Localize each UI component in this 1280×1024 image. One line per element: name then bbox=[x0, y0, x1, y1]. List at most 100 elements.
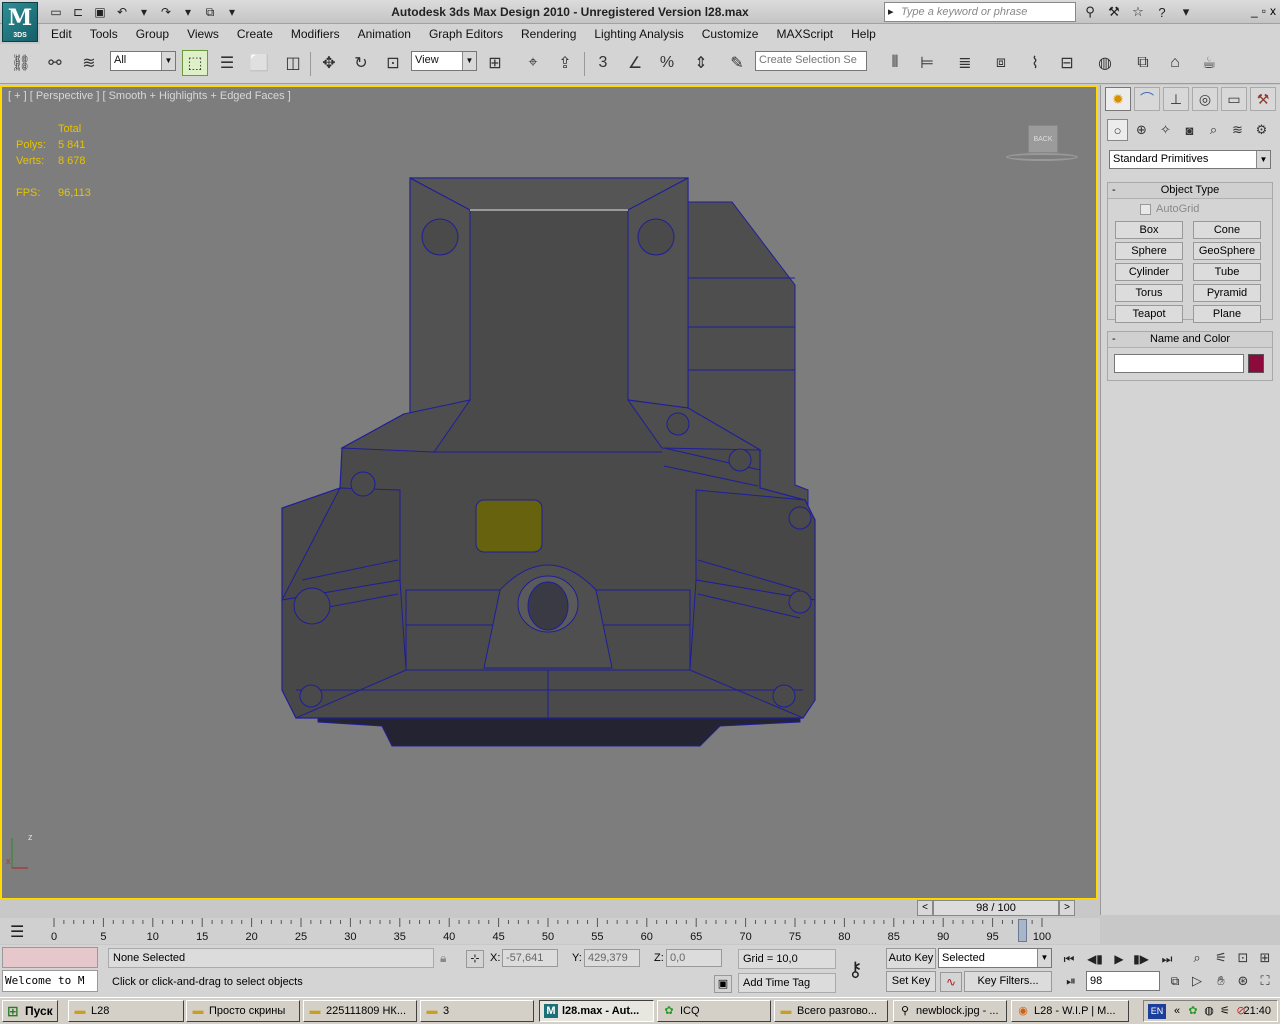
go-to-end-icon[interactable]: ⏭ bbox=[1156, 950, 1178, 968]
helpers-icon[interactable]: ⌕ bbox=[1203, 119, 1224, 141]
current-frame-marker[interactable] bbox=[1018, 919, 1028, 942]
quick-access-dropdown-icon[interactable]: ▾ bbox=[222, 3, 242, 21]
systems-gear-icon[interactable]: ⚙ bbox=[1251, 119, 1272, 141]
lights-icon[interactable]: ✧ bbox=[1155, 119, 1176, 141]
maxscript-listener-macro[interactable] bbox=[2, 947, 98, 968]
menu-group[interactable]: Group bbox=[127, 24, 178, 44]
maximize-viewport-icon[interactable]: ⛶ bbox=[1254, 971, 1276, 991]
hierarchy-tab-icon[interactable]: ⊥ bbox=[1163, 87, 1189, 111]
taskbar-item-l28[interactable]: ▬ L28 bbox=[68, 1000, 184, 1022]
binoculars-icon[interactable]: ⚲ bbox=[1080, 3, 1100, 21]
start-button[interactable]: Пуск bbox=[2, 1000, 58, 1022]
plane-button[interactable]: Plane bbox=[1193, 305, 1261, 323]
time-configuration-icon[interactable]: ⧉ bbox=[1164, 972, 1186, 990]
select-by-name-icon[interactable]: ☰ bbox=[214, 50, 240, 76]
previous-frame-arrow-icon[interactable]: < bbox=[917, 900, 933, 916]
viewcube-face[interactable]: BACK bbox=[1028, 125, 1058, 153]
time-slider-label[interactable]: 98 / 100 bbox=[933, 900, 1059, 916]
save-file-icon[interactable]: ▣ bbox=[90, 3, 110, 21]
tray-icq-icon[interactable]: ✿ bbox=[1186, 1004, 1200, 1018]
render-production-icon[interactable]: ☕ bbox=[1196, 50, 1222, 76]
help-icon[interactable]: ? bbox=[1152, 3, 1172, 21]
open-file-icon[interactable]: ⊏ bbox=[68, 3, 88, 21]
space-warps-icon[interactable]: ≋ bbox=[1227, 119, 1248, 141]
selection-filter-dropdown[interactable]: All ▼ bbox=[110, 51, 176, 71]
next-key-icon[interactable]: ▮▶ bbox=[1130, 950, 1152, 968]
add-time-tag-button[interactable]: Add Time Tag bbox=[738, 973, 836, 993]
undo-icon[interactable]: ↶ bbox=[112, 3, 132, 21]
pivot-center-icon[interactable]: ⊞ bbox=[482, 50, 508, 76]
taskbar-item-3dsmax[interactable]: Ml28.max - Aut... bbox=[539, 1000, 654, 1022]
material-editor-icon[interactable]: ◍ bbox=[1092, 50, 1118, 76]
geometry-category-dropdown[interactable]: Standard Primitives ▼ bbox=[1109, 150, 1271, 169]
key-filters-button[interactable]: Key Filters... bbox=[964, 971, 1052, 992]
select-and-link-icon[interactable]: ⛓ bbox=[8, 50, 34, 76]
layer-manager-icon[interactable]: ≣ bbox=[952, 50, 978, 76]
sphere-button[interactable]: Sphere bbox=[1115, 242, 1183, 260]
default-tangent-icon[interactable]: ∿ bbox=[940, 972, 962, 992]
next-frame-arrow-icon[interactable]: > bbox=[1059, 900, 1075, 916]
communication-center-icon[interactable]: ⚒ bbox=[1104, 3, 1124, 21]
y-coordinate-field[interactable]: 429,379 bbox=[584, 949, 640, 967]
motion-tab-icon[interactable]: ◎ bbox=[1192, 87, 1218, 111]
geometry-sphere-icon[interactable]: ○ bbox=[1107, 119, 1128, 141]
teapot-button[interactable]: Teapot bbox=[1115, 305, 1183, 323]
select-and-scale-icon[interactable]: ⊡ bbox=[380, 50, 406, 76]
x-coordinate-field[interactable]: -57,641 bbox=[502, 949, 558, 967]
object-color-swatch[interactable] bbox=[1248, 354, 1264, 373]
rectangular-selection-icon[interactable]: ⬜ bbox=[246, 50, 272, 76]
box-button[interactable]: Box bbox=[1115, 221, 1183, 239]
mini-curve-editor-icon[interactable]: ☰ bbox=[10, 922, 24, 942]
tray-expand-icon[interactable]: « bbox=[1170, 1004, 1184, 1018]
menu-create[interactable]: Create bbox=[228, 24, 282, 44]
taskbar-item-image-viewer[interactable]: ⚲ newblock.jpg - ... bbox=[893, 1000, 1007, 1022]
minimize-button[interactable]: _ bbox=[1251, 4, 1258, 18]
create-tab-sun-icon[interactable]: ✹ bbox=[1105, 87, 1131, 111]
menu-edit[interactable]: Edit bbox=[42, 24, 81, 44]
keyboard-shortcut-override-icon[interactable]: ⇪ bbox=[552, 50, 578, 76]
set-keys-key-icon[interactable]: ⚷ bbox=[848, 957, 863, 982]
previous-key-icon[interactable]: ◀▮ bbox=[1084, 950, 1106, 968]
redo-icon[interactable]: ↷ bbox=[156, 3, 176, 21]
viewcube[interactable]: BACK bbox=[1006, 125, 1078, 165]
taskbar-item-icq[interactable]: ✿ ICQ bbox=[657, 1000, 771, 1022]
zoom-all-icon[interactable]: ⚟ bbox=[1210, 948, 1232, 968]
graphite-modeling-tools-icon[interactable]: ⧈ bbox=[988, 50, 1014, 76]
taskbar-item-3[interactable]: ▬ 3 bbox=[420, 1000, 534, 1022]
field-of-view-icon[interactable]: ▷ bbox=[1186, 971, 1208, 991]
display-tab-icon[interactable]: ▭ bbox=[1221, 87, 1247, 111]
bind-to-space-warp-icon[interactable]: ≋ bbox=[76, 50, 102, 76]
taskbar-item-chat[interactable]: ▬ Всего разгово... bbox=[774, 1000, 888, 1022]
time-slider[interactable]: < 98 / 100 > bbox=[0, 899, 1100, 917]
menu-modifiers[interactable]: Modifiers bbox=[282, 24, 349, 44]
menu-views[interactable]: Views bbox=[178, 24, 228, 44]
select-and-manipulate-icon[interactable]: ⌖ bbox=[520, 50, 546, 76]
viewcube-compass-ring[interactable] bbox=[1006, 153, 1078, 161]
selection-lock-icon[interactable]: 🔒︎ bbox=[440, 951, 446, 966]
application-button[interactable]: M 3DS bbox=[2, 2, 38, 42]
redo-dropdown-icon[interactable]: ▾ bbox=[178, 3, 198, 21]
align-icon[interactable]: ⊨ bbox=[914, 50, 940, 76]
geosphere-button[interactable]: GeoSphere bbox=[1193, 242, 1261, 260]
menu-lighting-analysis[interactable]: Lighting Analysis bbox=[585, 24, 692, 44]
autogrid-checkbox[interactable]: AutoGrid bbox=[1140, 203, 1199, 215]
angle-snap-icon[interactable]: ∠ bbox=[622, 50, 648, 76]
spinner-snap-icon[interactable]: ⇕ bbox=[688, 50, 714, 76]
menu-maxscript[interactable]: MAXScript bbox=[767, 24, 842, 44]
set-key-button[interactable]: Set Key bbox=[886, 971, 936, 992]
curve-editor-icon[interactable]: ⌇ bbox=[1022, 50, 1048, 76]
select-and-rotate-icon[interactable]: ↻ bbox=[348, 50, 374, 76]
auto-key-button[interactable]: Auto Key bbox=[886, 948, 936, 969]
menu-help[interactable]: Help bbox=[842, 24, 885, 44]
time-tag-icon[interactable]: ▣ bbox=[714, 975, 732, 993]
play-icon[interactable]: ▶ bbox=[1108, 950, 1130, 968]
menu-animation[interactable]: Animation bbox=[349, 24, 420, 44]
percent-snap-icon[interactable]: % bbox=[654, 50, 680, 76]
torus-button[interactable]: Torus bbox=[1115, 284, 1183, 302]
select-and-move-icon[interactable]: ✥ bbox=[316, 50, 342, 76]
taskbar-item-browser[interactable]: ◉ L28 - W.I.P | M... bbox=[1011, 1000, 1129, 1022]
rendered-frame-window-icon[interactable]: ⌂ bbox=[1162, 50, 1188, 76]
orbit-icon[interactable]: ⊛ bbox=[1232, 971, 1254, 991]
current-frame-field[interactable]: 98 bbox=[1086, 971, 1160, 991]
favorites-star-icon[interactable]: ☆ bbox=[1128, 3, 1148, 21]
